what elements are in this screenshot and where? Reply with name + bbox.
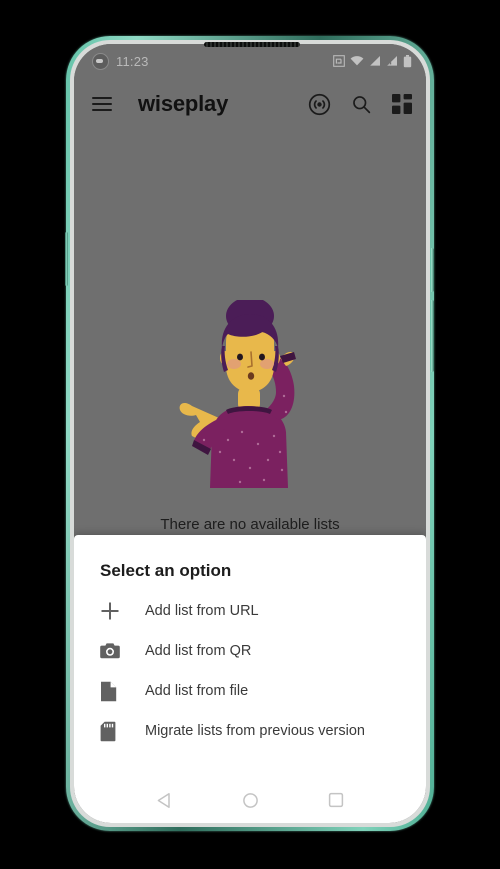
bottom-sheet-title: Select an option [100, 561, 232, 580]
status-bar: 11:23 [74, 44, 426, 78]
back-triangle-icon[interactable] [156, 792, 173, 809]
status-time: 11:23 [116, 53, 149, 69]
option-add-list-from-qr[interactable]: Add list from QR [74, 631, 426, 671]
plus-icon [100, 601, 126, 621]
grid-view-icon[interactable] [392, 94, 412, 114]
option-label: Add list from QR [145, 643, 252, 659]
status-bar-right [333, 54, 412, 68]
home-circle-icon[interactable] [242, 792, 259, 809]
bottom-sheet: Select an option Add list from URL Add l… [74, 535, 426, 823]
option-add-list-from-url[interactable]: Add list from URL [74, 591, 426, 631]
search-icon[interactable] [351, 94, 372, 115]
signal-sim2-icon [387, 56, 397, 66]
option-migrate-lists[interactable]: Migrate lists from previous version [74, 711, 426, 751]
option-add-list-from-file[interactable]: Add list from file [74, 671, 426, 711]
screenshot-root: 11:23 wiseplay There are no available li… [0, 0, 500, 869]
option-label: Add list from file [145, 683, 249, 699]
camera-icon [100, 642, 126, 660]
power-button[interactable] [430, 248, 434, 292]
bottom-sheet-options: Add list from URL Add list from QR Add l… [74, 591, 426, 751]
nfc-icon [333, 55, 345, 67]
confused-woman-illustration [179, 300, 296, 488]
phone-screen: 11:23 wiseplay There are no available li… [74, 44, 426, 823]
earpiece-speaker [204, 42, 300, 47]
battery-icon [403, 54, 412, 67]
wiseplay-app: 11:23 wiseplay There are no available li… [74, 44, 426, 823]
android-nav-bar [74, 777, 426, 823]
app-bar-actions [308, 93, 412, 116]
status-bar-left: 11:23 [92, 52, 149, 70]
app-title: wiseplay [138, 91, 229, 116]
option-label: Add list from URL [145, 603, 259, 619]
hamburger-menu-icon[interactable] [92, 97, 112, 111]
wifi-icon [350, 56, 364, 66]
file-icon [100, 681, 126, 702]
volume-button[interactable] [430, 300, 434, 372]
app-bar: wiseplay [74, 78, 426, 130]
empty-state-message: There are no available lists [160, 516, 340, 533]
option-label: Migrate lists from previous version [145, 723, 365, 739]
sdcard-icon [100, 721, 126, 742]
signal-sim1-icon [370, 56, 380, 66]
cast-icon[interactable] [308, 93, 331, 116]
face-badge-icon [92, 52, 109, 70]
recents-square-icon[interactable] [328, 792, 344, 808]
side-button-left[interactable] [65, 232, 68, 286]
